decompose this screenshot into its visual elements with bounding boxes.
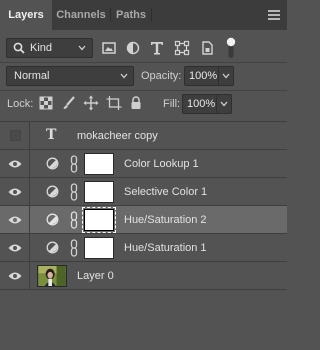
search-icon xyxy=(13,42,25,54)
layer-name[interactable]: Layer 0 xyxy=(77,270,114,282)
link-chain-icon[interactable] xyxy=(69,211,79,229)
layer-mask-thumbnail[interactable] xyxy=(82,207,116,233)
eye-icon xyxy=(8,244,22,252)
image-filter-icon[interactable] xyxy=(100,39,118,57)
lock-artboard-icon[interactable] xyxy=(106,95,122,111)
layer-row[interactable]: Layer 0 xyxy=(0,262,287,290)
filter-toggle-switch[interactable] xyxy=(226,37,236,59)
text-layer-icon: T xyxy=(46,127,57,143)
adjustment-layer-icon[interactable] xyxy=(46,213,59,226)
layer-name[interactable]: Selective Color 1 xyxy=(124,186,207,198)
layer-mask-thumbnail[interactable] xyxy=(84,153,114,175)
filter-kind-label: Kind xyxy=(30,42,53,54)
tab-layers[interactable]: Layers xyxy=(0,0,52,30)
eye-icon xyxy=(8,272,22,280)
adjustment-layer-icon[interactable] xyxy=(46,241,59,254)
fill-label: Fill: xyxy=(163,98,181,110)
adjustment-layer-icon[interactable] xyxy=(46,185,59,198)
adjustment-layer-icon[interactable] xyxy=(46,157,59,170)
fill-field[interactable]: 100% xyxy=(182,94,232,114)
eye-icon xyxy=(8,160,22,168)
layer-row[interactable]: T mokacheer copy xyxy=(0,122,287,150)
eye-icon xyxy=(8,216,22,224)
shape-filter-icon[interactable] xyxy=(173,39,191,57)
chevron-down-icon xyxy=(78,45,86,51)
layer-name[interactable]: mokacheer copy xyxy=(77,130,158,142)
blend-mode-select[interactable]: Normal xyxy=(6,66,134,86)
blend-mode-value: Normal xyxy=(14,70,50,82)
layer-row[interactable]: Selective Color 1 xyxy=(0,178,287,206)
smart-object-filter-icon[interactable] xyxy=(198,39,216,57)
divider xyxy=(0,62,287,63)
layer-name[interactable]: Hue/Saturation 1 xyxy=(124,242,207,254)
fill-value: 100% xyxy=(187,98,216,110)
tab-channels[interactable]: Channels xyxy=(52,0,110,30)
tab-paths[interactable]: Paths xyxy=(111,0,151,30)
opacity-field[interactable]: 100% xyxy=(184,66,234,86)
chevron-down-icon xyxy=(222,73,230,79)
layers-list: T mokacheer copy Color Lookup 1 Selectiv… xyxy=(0,121,287,350)
link-chain-icon[interactable] xyxy=(69,155,79,173)
layer-row[interactable]: Hue/Saturation 1 xyxy=(0,234,287,262)
tab-separator xyxy=(151,8,152,22)
chevron-down-icon xyxy=(220,101,228,107)
visibility-toggle[interactable] xyxy=(0,150,30,178)
fill-dropdown[interactable] xyxy=(216,95,231,113)
lock-position-icon[interactable] xyxy=(83,95,99,111)
divider xyxy=(0,90,287,91)
visibility-toggle[interactable] xyxy=(0,178,30,206)
opacity-label: Opacity: xyxy=(141,70,182,82)
chevron-down-icon xyxy=(120,73,128,79)
link-chain-icon[interactable] xyxy=(69,239,79,257)
layer-row-selected[interactable]: Hue/Saturation 2 xyxy=(0,206,287,234)
visibility-off-box xyxy=(10,130,21,141)
visibility-toggle[interactable] xyxy=(0,206,30,234)
visibility-toggle[interactable] xyxy=(0,262,30,290)
opacity-value: 100% xyxy=(189,70,218,82)
opacity-dropdown[interactable] xyxy=(218,67,233,85)
type-filter-icon[interactable] xyxy=(148,39,166,57)
layer-image-thumbnail[interactable] xyxy=(37,265,67,287)
layer-mask-thumbnail[interactable] xyxy=(84,237,114,259)
visibility-toggle[interactable] xyxy=(0,234,30,262)
lock-image-pixels-icon[interactable] xyxy=(61,95,77,111)
layer-row[interactable]: Color Lookup 1 xyxy=(0,150,287,178)
eye-icon xyxy=(8,188,22,196)
visibility-toggle[interactable] xyxy=(0,122,30,150)
panel-tab-bar: Layers Channels Paths xyxy=(0,0,287,30)
filter-kind-select[interactable]: Kind xyxy=(6,38,93,58)
adjustment-filter-icon[interactable] xyxy=(124,39,142,57)
layer-name[interactable]: Hue/Saturation 2 xyxy=(124,214,207,226)
layer-name[interactable]: Color Lookup 1 xyxy=(124,158,199,170)
lock-label: Lock: xyxy=(7,98,34,110)
link-chain-icon[interactable] xyxy=(69,183,79,201)
lock-transparent-pixels-icon[interactable] xyxy=(38,95,54,111)
panel-menu-icon[interactable] xyxy=(268,10,280,20)
lock-all-icon[interactable] xyxy=(128,95,144,111)
layer-mask-thumbnail[interactable] xyxy=(84,181,114,203)
